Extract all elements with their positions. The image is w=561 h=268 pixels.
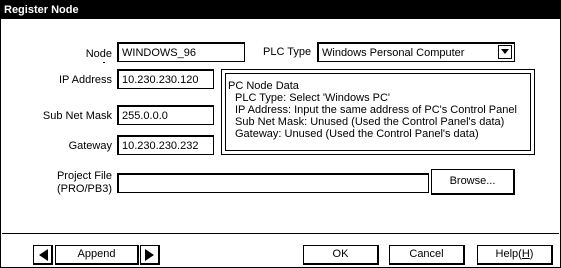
help-button[interactable]: Help(H): [477, 245, 553, 265]
subnet-mask-input[interactable]: 255.0.0.0: [117, 105, 214, 125]
window-title: Register Node: [4, 4, 79, 16]
pc-node-data-line: Gateway: Unused (Used the Control Panel'…: [235, 128, 479, 140]
project-file-label: Project File: [56, 170, 112, 182]
append-button[interactable]: Append: [55, 245, 139, 265]
pc-node-data-line: Sub Net Mask: Unused (Used the Control P…: [235, 116, 505, 128]
footer-separator: [2, 233, 559, 234]
node-label-mark: [103, 62, 105, 63]
project-file-input[interactable]: [117, 173, 429, 193]
register-node-dialog: Register Node Node WINDOWS_96 PLC Type W…: [0, 0, 561, 268]
pc-node-data-line: IP Address: Input the same address of PC…: [235, 104, 517, 116]
triangle-right-icon: [145, 249, 154, 261]
subnet-mask-label: Sub Net Mask: [42, 110, 112, 122]
help-accelerator: H: [521, 248, 530, 260]
pc-node-data-heading: PC Node Data: [228, 80, 299, 92]
next-node-button[interactable]: [140, 245, 160, 265]
pc-node-data-box: PC Node Data PLC Type: Select 'Windows P…: [221, 69, 535, 155]
plc-type-value: Windows Personal Computer: [322, 47, 465, 59]
project-file-format-label: (PRO/PB3): [56, 183, 112, 195]
previous-node-button[interactable]: [33, 245, 53, 265]
cancel-button[interactable]: Cancel: [389, 245, 465, 265]
ok-button[interactable]: OK: [303, 245, 379, 265]
ip-address-input[interactable]: 10.230.230.120: [117, 69, 214, 89]
gateway-label: Gateway: [68, 140, 112, 152]
title-bar: Register Node: [1, 1, 560, 19]
triangle-left-icon: [39, 249, 48, 261]
pc-node-data-line: PLC Type: Select 'Windows PC': [235, 92, 391, 104]
help-label: Help(: [495, 248, 522, 260]
plc-type-label: PLC Type: [263, 46, 312, 58]
node-input[interactable]: WINDOWS_96: [117, 42, 245, 62]
gateway-input[interactable]: 10.230.230.232: [117, 135, 214, 155]
plc-type-select[interactable]: Windows Personal Computer: [317, 42, 515, 62]
dropdown-arrow-button[interactable]: [498, 45, 512, 59]
ip-address-label: IP Address: [59, 74, 112, 86]
browse-button[interactable]: Browse...: [431, 169, 515, 195]
triangle-down-icon: [501, 49, 509, 54]
node-label: Node: [85, 48, 112, 60]
help-label-close: ): [529, 248, 534, 260]
